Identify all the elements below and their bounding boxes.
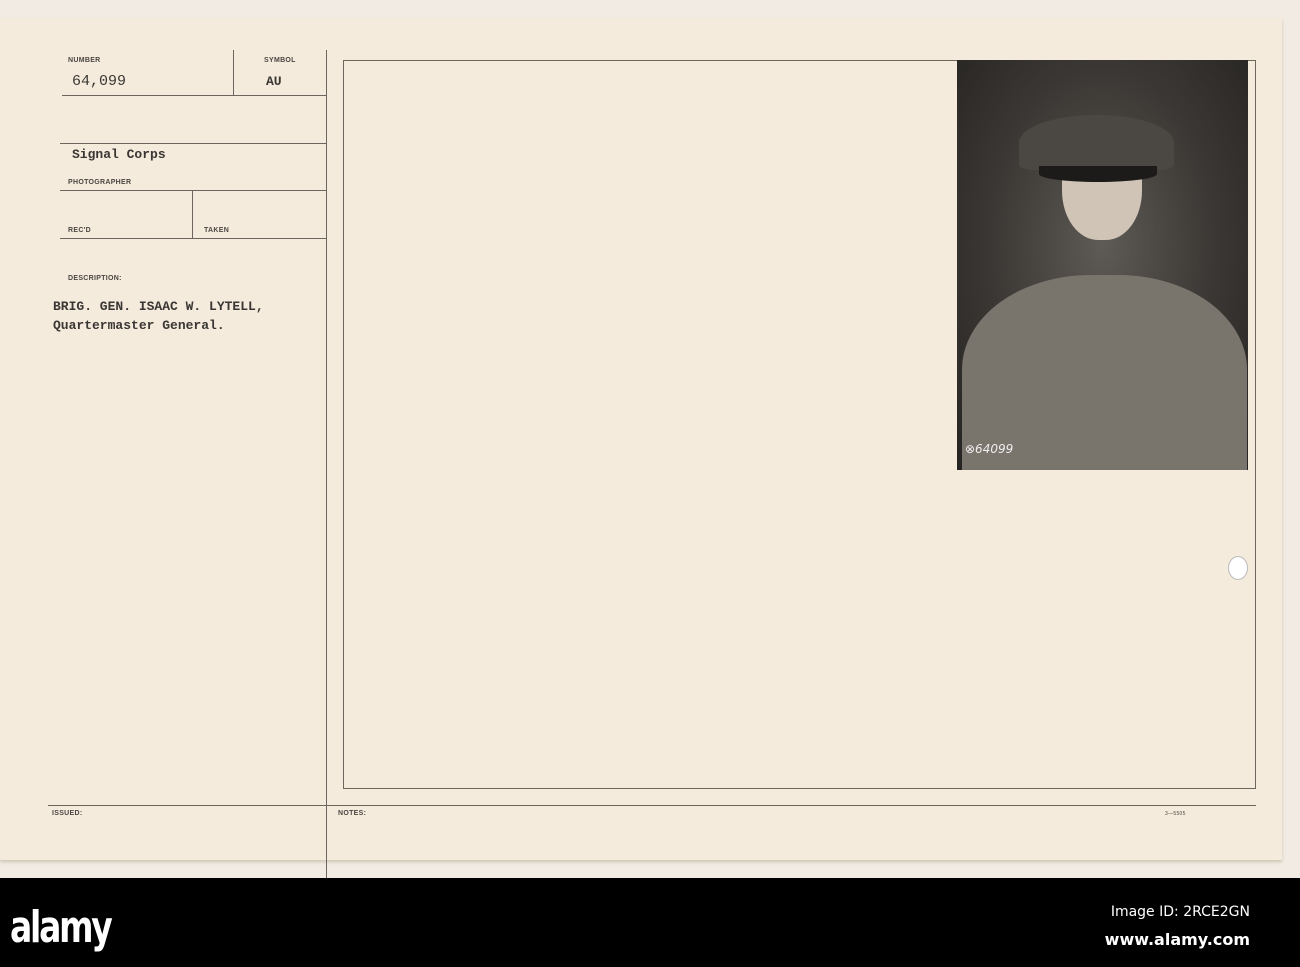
cap-visor <box>1039 166 1157 182</box>
number-label: NUMBER <box>68 57 101 64</box>
issued-label: ISSUED: <box>52 810 83 817</box>
source-value: Signal Corps <box>72 147 166 162</box>
number-value: 64,099 <box>72 73 127 90</box>
punch-hole <box>1228 556 1248 580</box>
uniform <box>962 275 1247 470</box>
description-line-1: BRIG. GEN. ISAAC W. LYTELL, <box>53 299 264 314</box>
photographer-label: PHOTOGRAPHER <box>68 179 132 186</box>
portrait-photo: ⊗64099 <box>957 60 1248 470</box>
site-url[interactable]: www.alamy.com <box>1105 930 1250 949</box>
description-line-2: Quartermaster General. <box>53 318 225 333</box>
recd-label: REC'D <box>68 227 91 234</box>
photo-caption: ⊗64099 <box>965 442 1014 456</box>
taken-label: TAKEN <box>204 227 230 234</box>
image-id: Image ID: 2RCE2GN <box>1110 904 1250 920</box>
description-label: DESCRIPTION: <box>68 275 122 282</box>
notes-label: NOTES: <box>338 810 367 817</box>
symbol-value: AU <box>266 74 282 89</box>
form-code: 3—5505 <box>1165 811 1186 817</box>
watermark-footer: alamy Image ID: 2RCE2GN www.alamy.com <box>0 878 1300 967</box>
cap <box>1019 115 1174 170</box>
symbol-label: SYMBOL <box>264 57 296 64</box>
alamy-logo: alamy <box>10 902 113 953</box>
